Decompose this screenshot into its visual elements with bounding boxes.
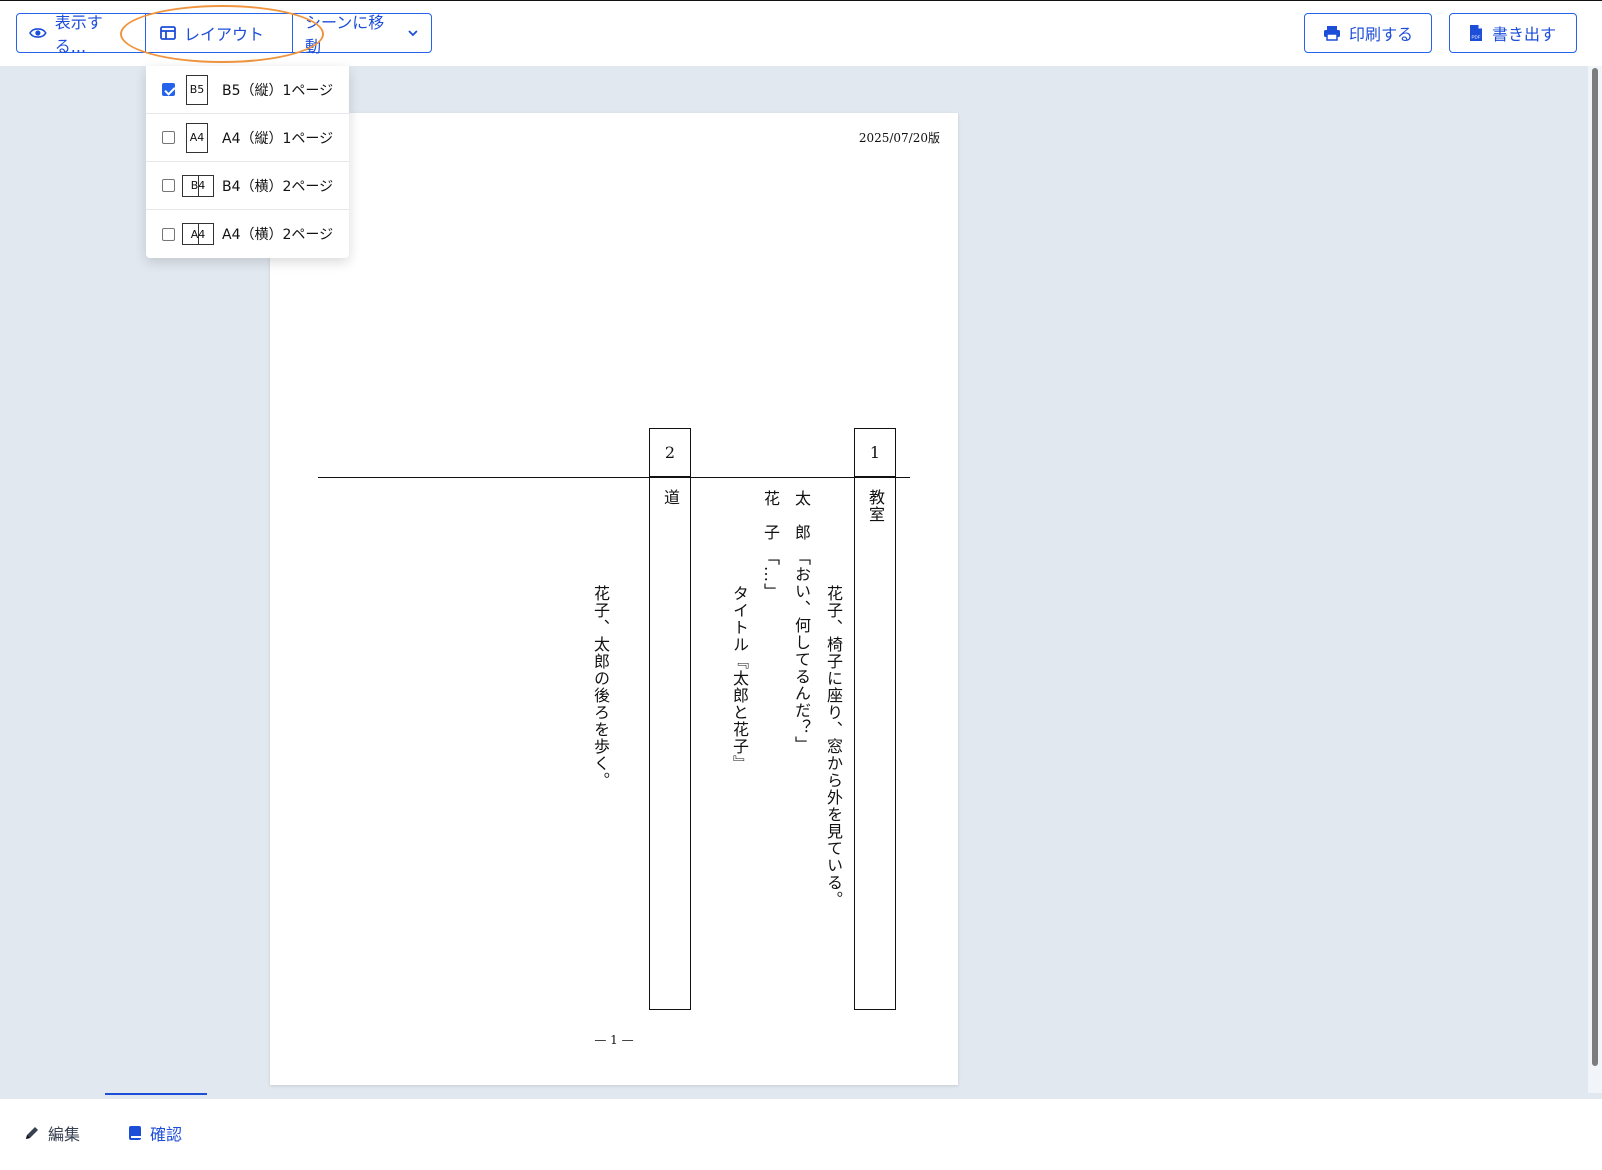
active-tab-indicator xyxy=(105,1093,207,1095)
layout-menu: B5 B5（縦）1ページ A4 A4（縦）1ページ B4 B4（横）2ページ A… xyxy=(146,66,349,258)
character-name: 太 郎 xyxy=(792,490,811,541)
layout-option-label: A4（横）2ページ xyxy=(222,227,334,243)
tab-confirm[interactable]: 確認 xyxy=(128,1113,182,1153)
layout-option-label: A4（縦）1ページ xyxy=(222,130,334,147)
layout-option-label: B4（横）2ページ xyxy=(222,178,334,195)
eye-icon xyxy=(29,28,47,38)
layout-checkbox[interactable] xyxy=(162,227,175,241)
script-page: 2025/07/20版 1 教室 花子、椅子に座り、窓から外を見ている。 太 郎… xyxy=(270,113,958,1085)
print-button[interactable]: 印刷する xyxy=(1304,13,1432,53)
scene-heading-2: 2 道 xyxy=(649,428,691,1010)
action-line: 花子、太郎の後ろを歩く。 xyxy=(591,585,610,789)
layout-option-b4-landscape[interactable]: B4 B4（横）2ページ xyxy=(146,162,349,210)
tab-edit[interactable]: 編集 xyxy=(24,1113,80,1153)
pdf-file-icon: PDF xyxy=(1470,25,1482,41)
print-button-label: 印刷する xyxy=(1349,25,1414,44)
layout-checkbox[interactable] xyxy=(162,83,175,96)
page-number: — 1 — xyxy=(594,1033,634,1047)
printer-icon xyxy=(1324,26,1340,41)
show-button-label: 表示する... xyxy=(54,13,103,56)
layout-icon xyxy=(160,26,176,40)
layout-checkbox[interactable] xyxy=(162,179,175,192)
export-button-label: 書き出す xyxy=(1492,25,1557,44)
bottom-tab-bar: 編集 確認 xyxy=(0,1093,1602,1170)
layout-button-label: レイアウト xyxy=(184,25,265,44)
header-rule xyxy=(318,477,910,478)
toolbar: 表示する... レイアウト シーンに移動 印刷する PDF 書き出す xyxy=(0,0,1602,66)
scene-place: 教室 xyxy=(866,489,885,523)
action-line: 花子、椅子に座り、窓から外を見ている。 xyxy=(824,585,843,908)
action-line: タイトル『太郎と花子』 xyxy=(730,585,749,772)
scene-place: 道 xyxy=(661,489,680,506)
scrollbar-thumb[interactable] xyxy=(1592,68,1598,1066)
pencil-icon xyxy=(26,1127,38,1139)
export-button[interactable]: PDF 書き出す xyxy=(1449,13,1577,53)
layout-option-a4-portrait[interactable]: A4 A4（縦）1ページ xyxy=(146,114,349,162)
chevron-down-icon xyxy=(408,30,418,37)
show-button[interactable]: 表示する... xyxy=(17,13,145,56)
view-button-group: 表示する... レイアウト シーンに移動 xyxy=(16,13,432,56)
paper-landscape-icon: A4 xyxy=(182,223,214,245)
svg-text:PDF: PDF xyxy=(1472,35,1481,40)
page-date: 2025/07/20版 xyxy=(858,131,940,145)
tab-bar-border xyxy=(0,1093,1602,1099)
scene-jump-label: シーンに移動 xyxy=(305,13,385,56)
scene-jump-dropdown[interactable]: シーンに移動 xyxy=(293,13,431,56)
layout-checkbox[interactable] xyxy=(162,131,175,144)
paper-portrait-icon: B5 xyxy=(186,74,208,105)
layout-option-label: B5（縦）1ページ xyxy=(222,82,334,99)
paper-portrait-icon: A4 xyxy=(186,122,208,153)
tab-confirm-label: 確認 xyxy=(150,1125,183,1144)
scene-number: 1 xyxy=(855,429,895,477)
tab-edit-label: 編集 xyxy=(48,1125,81,1144)
book-icon xyxy=(129,1126,141,1140)
scene-number: 2 xyxy=(650,429,690,477)
layout-option-b5-portrait[interactable]: B5 B5（縦）1ページ xyxy=(146,66,349,114)
scene-heading-1: 1 教室 xyxy=(854,428,896,1010)
layout-button[interactable]: レイアウト xyxy=(146,14,281,52)
layout-option-a4-landscape[interactable]: A4 A4（横）2ページ xyxy=(146,210,349,258)
character-name: 花 子 xyxy=(761,490,780,541)
paper-landscape-icon: B4 xyxy=(182,174,214,197)
dialogue-line: 「おい、何してるんだ？」 xyxy=(792,549,811,753)
dialogue-line: 「…」 xyxy=(761,549,780,600)
